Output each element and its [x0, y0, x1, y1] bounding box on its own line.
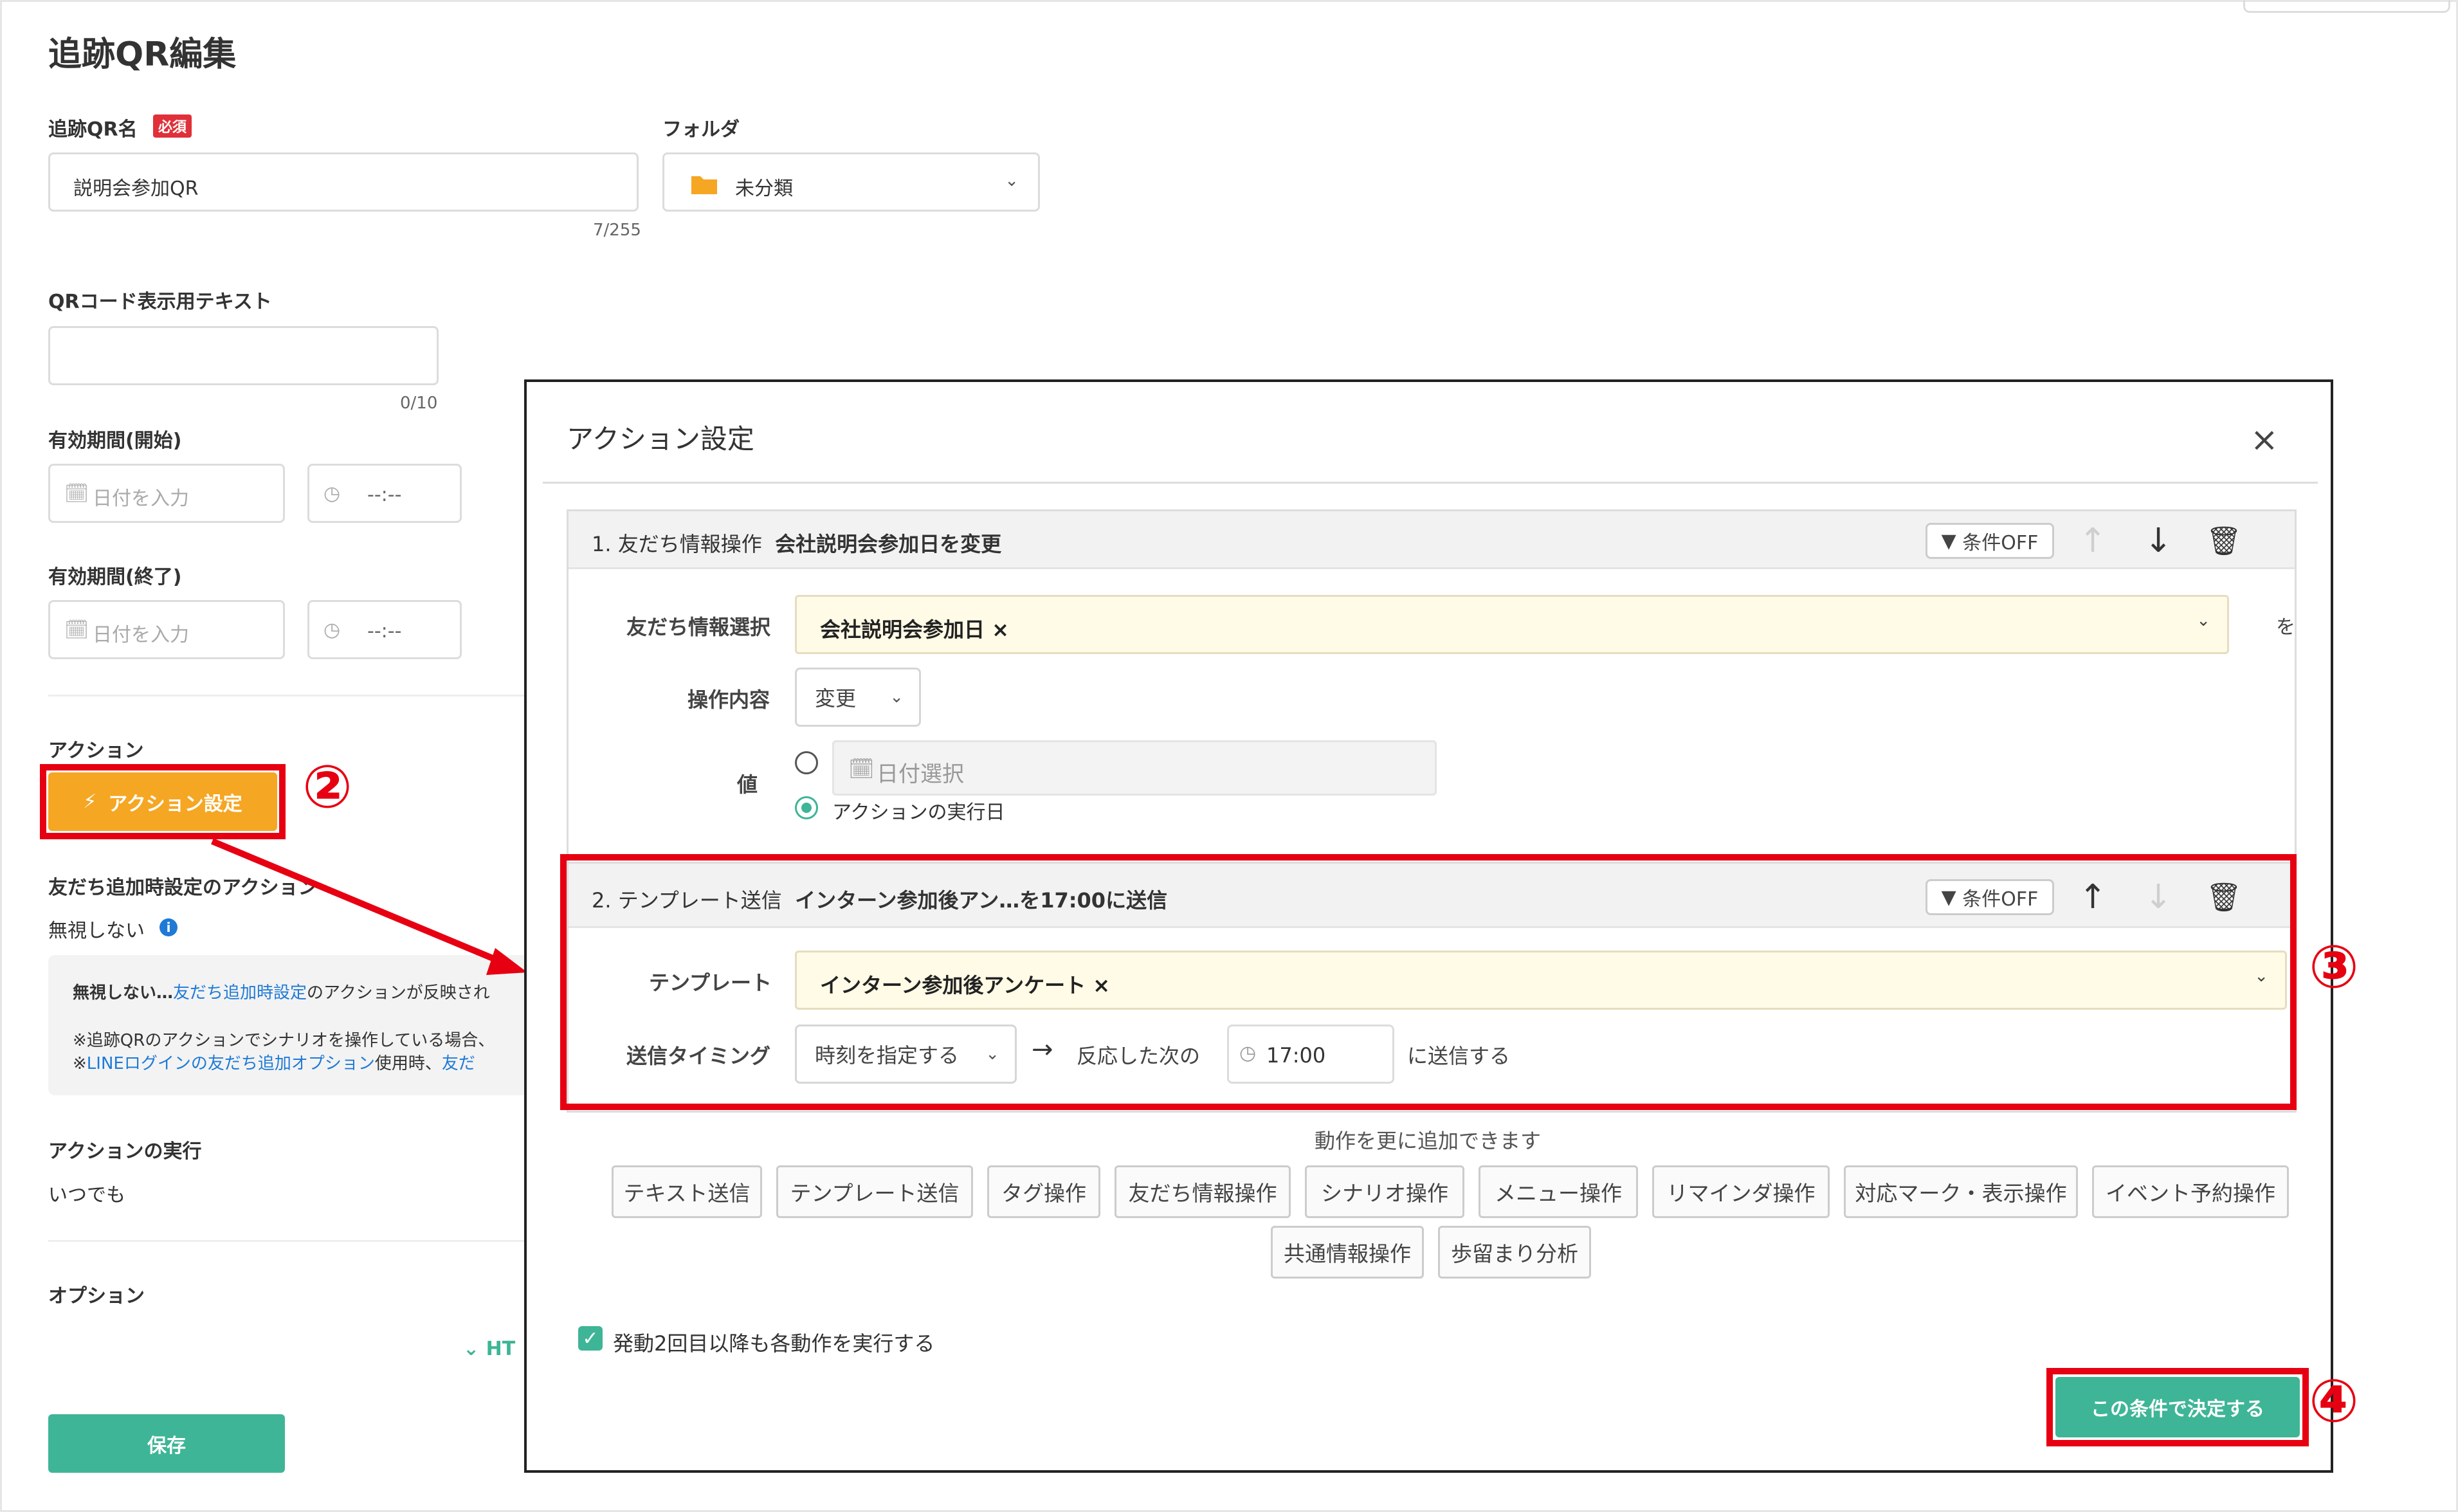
action-chip-row-2: 共通情報操作 歩留まり分析 [1271, 1226, 1591, 1279]
filter-icon: ▼ [1941, 529, 1963, 552]
confirm-button[interactable]: この条件で決定する [2055, 1377, 2300, 1437]
operation-value: 変更 [815, 686, 857, 711]
trash-icon[interactable]: 🗑 [2205, 522, 2243, 560]
friend-info-suffix: を [2276, 616, 2295, 639]
friend-info-select[interactable]: 会社説明会参加日 × ⌄ [795, 595, 2229, 654]
repeat-checkbox-label: 発動2回目以降も各動作を実行する [613, 1331, 935, 1356]
modal-title: アクション設定 [567, 423, 754, 455]
chip-shared-info[interactable]: 共通情報操作 [1271, 1226, 1424, 1279]
block1-condition-button[interactable]: ▼ 条件OFF [1925, 523, 2054, 559]
action-settings-modal: アクション設定 × 1. 友だち情報操作 会社説明会参加日を変更 ▼ 条件OFF… [524, 379, 2333, 1473]
move-up-icon[interactable]: ↑ [2073, 522, 2112, 560]
close-icon[interactable]: × [2250, 421, 2279, 459]
chevron-down-icon: ⌄ [2196, 611, 2210, 630]
chip-text-send[interactable]: テキスト送信 [612, 1165, 762, 1218]
chip-yield-analysis[interactable]: 歩留まり分析 [1438, 1226, 1591, 1279]
modal-header-divider [543, 482, 2318, 484]
chip-scenario[interactable]: シナリオ操作 [1305, 1165, 1464, 1218]
step4-marker: ④ [2309, 1367, 2359, 1435]
radio-date-select[interactable] [795, 751, 818, 774]
radio-checked-dot [801, 803, 812, 813]
block1-condition-label: 条件OFF [1962, 532, 2039, 554]
chip-mark-display[interactable]: 対応マーク・表示操作 [1844, 1165, 2078, 1218]
chip-template-send[interactable]: テンプレート送信 [776, 1165, 973, 1218]
chip-reminder[interactable]: リマインダ操作 [1652, 1165, 1830, 1218]
date-select-input[interactable]: 🗓 日付選択 [832, 740, 1437, 796]
date-select-placeholder: 日付選択 [877, 761, 964, 787]
friend-info-value: 会社説明会参加日 × [820, 617, 1009, 642]
chip-event-booking[interactable]: イベント予約操作 [2092, 1165, 2289, 1218]
friend-info-label: 友だち情報選択 [626, 615, 771, 639]
block1-desc: 会社説明会参加日を変更 [775, 532, 1002, 556]
chip-menu[interactable]: メニュー操作 [1479, 1165, 1638, 1218]
block1-header: 1. 友だち情報操作 会社説明会参加日を変更 ▼ 条件OFF ↑ ↓ 🗑 [569, 511, 2295, 569]
step3-marker: ③ [2309, 933, 2359, 1001]
action-block-1: 1. 友だち情報操作 会社説明会参加日を変更 ▼ 条件OFF ↑ ↓ 🗑 友だち… [567, 509, 2297, 870]
action-date-label: アクションの実行日 [832, 801, 1005, 824]
repeat-checkbox[interactable]: ✓ [578, 1326, 603, 1351]
value-label: 値 [737, 772, 758, 797]
chevron-down-icon: ⌄ [889, 688, 904, 707]
check-icon: ✓ [582, 1327, 599, 1350]
chip-tag[interactable]: タグ操作 [987, 1165, 1100, 1218]
add-more-text: 動作を更に追加できます [1315, 1129, 1542, 1153]
block1-title: 1. 友だち情報操作 会社説明会参加日を変更 [592, 528, 1001, 558]
move-down-icon[interactable]: ↓ [2139, 522, 2178, 560]
operation-select[interactable]: 変更 ⌄ [795, 668, 921, 727]
radio-action-date[interactable] [795, 796, 818, 819]
chip-friend-info[interactable]: 友だち情報操作 [1115, 1165, 1291, 1218]
calendar-icon: 🗓 [848, 756, 875, 781]
step3-highlight [560, 854, 2297, 1110]
action-chip-row-1: テキスト送信 テンプレート送信 タグ操作 友だち情報操作 シナリオ操作 メニュー… [612, 1165, 2289, 1218]
operation-label: 操作内容 [687, 688, 770, 712]
block1-type: 1. 友だち情報操作 [592, 532, 762, 556]
